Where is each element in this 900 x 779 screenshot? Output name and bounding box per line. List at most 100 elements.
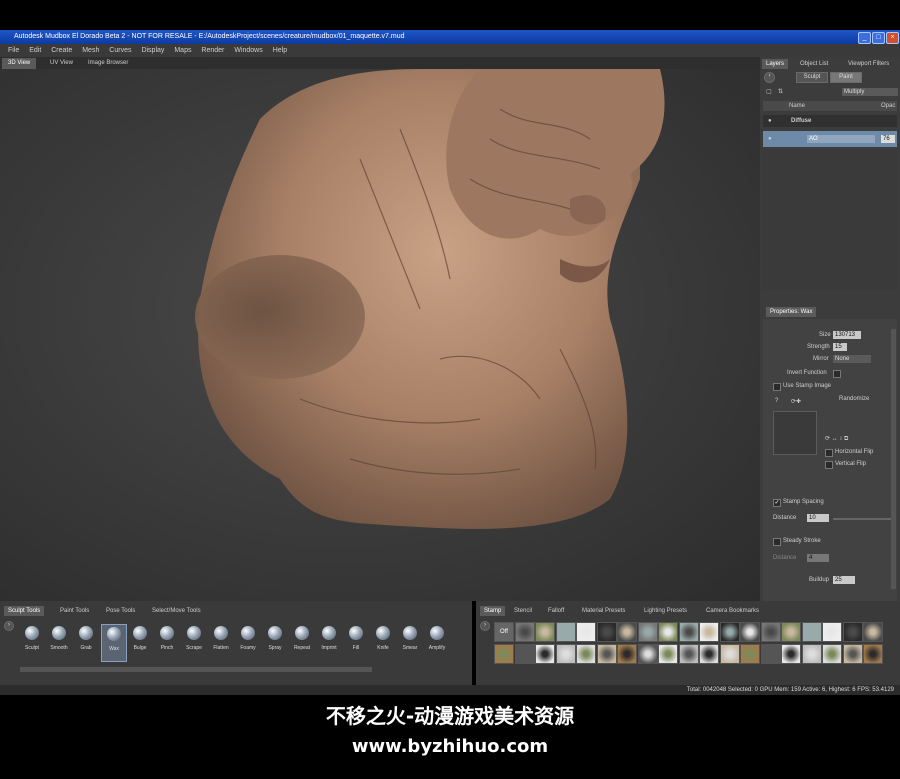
tool-bulge[interactable]: Bulge <box>128 624 152 660</box>
menu-file[interactable]: File <box>8 47 19 54</box>
rotate-icon[interactable]: ⟳✚ <box>791 398 801 405</box>
stamp-thumbnail[interactable] <box>760 622 781 642</box>
sort-icon[interactable]: ⇅ <box>778 88 783 95</box>
tab-object-list[interactable]: Object List <box>796 59 832 69</box>
tool-knife[interactable]: Knife <box>371 624 395 660</box>
buildup-field[interactable]: 25 <box>833 576 855 584</box>
layer-name[interactable]: AO <box>807 135 875 143</box>
stamp-thumbnail[interactable] <box>801 622 822 642</box>
invert-checkbox[interactable] <box>833 370 841 378</box>
stamp-thumbnail[interactable] <box>678 644 699 664</box>
menu-windows[interactable]: Windows <box>234 47 262 54</box>
distance-slider[interactable] <box>833 518 893 520</box>
stamp-thumbnail[interactable] <box>699 644 719 664</box>
stamp-thumbnail[interactable] <box>514 622 535 642</box>
tab-stamp[interactable]: Stamp <box>480 606 506 616</box>
layer-opacity[interactable]: 76 <box>881 135 895 143</box>
tab-uv-view[interactable]: UV View <box>44 58 79 69</box>
stamp-thumbnail[interactable] <box>494 644 514 664</box>
stamp-thumbnail[interactable] <box>658 644 678 664</box>
properties-scrollbar[interactable] <box>891 329 896 589</box>
tab-falloff[interactable]: Falloff <box>544 606 568 616</box>
tab-lighting-presets[interactable]: Lighting Presets <box>640 606 691 616</box>
stamp-thumbnail[interactable] <box>555 644 576 664</box>
visibility-icon[interactable]: ● <box>768 136 772 142</box>
tool-smear[interactable]: Smear <box>398 624 422 660</box>
stamp-thumbnail[interactable] <box>617 644 637 664</box>
tray-collapse-icon[interactable]: › <box>4 621 14 631</box>
stamp-preview[interactable] <box>773 411 817 455</box>
minimize-icon[interactable]: _ <box>858 32 871 44</box>
stamp-thumbnail[interactable] <box>719 644 740 664</box>
close-icon[interactable]: × <box>886 32 899 44</box>
tools-scrollbar[interactable] <box>20 667 372 672</box>
menu-edit[interactable]: Edit <box>29 47 41 54</box>
menu-curves[interactable]: Curves <box>109 47 131 54</box>
tab-material-presets[interactable]: Material Presets <box>578 606 629 616</box>
stamp-tray-collapse-icon[interactable]: › <box>480 621 490 631</box>
stamp-thumbnail[interactable] <box>555 622 576 642</box>
stamp-thumbnail[interactable] <box>781 644 801 664</box>
help-icon[interactable]: ? <box>775 398 778 404</box>
distance-field[interactable]: 10 <box>807 514 829 522</box>
stamp-thumbnail[interactable] <box>576 644 596 664</box>
stamp-thumbnail[interactable] <box>637 622 658 642</box>
stamp-thumbnail[interactable] <box>863 644 883 664</box>
stamp-thumbnail[interactable] <box>637 644 658 664</box>
stamp-off[interactable]: Off <box>494 622 514 642</box>
tool-spray[interactable]: Spray <box>263 624 287 660</box>
menu-render[interactable]: Render <box>201 47 224 54</box>
tool-imprint[interactable]: Imprint <box>317 624 341 660</box>
stamp-thumbnail[interactable] <box>678 622 699 642</box>
stamp-thumbnail[interactable] <box>514 644 535 664</box>
paint-mode-button[interactable]: Paint <box>830 72 862 83</box>
menu-mesh[interactable]: Mesh <box>82 47 99 54</box>
menu-help[interactable]: Help <box>273 47 287 54</box>
stamp-thumbnail[interactable] <box>596 622 617 642</box>
stamp-thumbnail[interactable] <box>822 622 842 642</box>
tool-pinch[interactable]: Pinch <box>155 624 179 660</box>
stamp-thumbnail[interactable] <box>842 644 863 664</box>
layer-row-ao[interactable]: ● AO 76 <box>763 131 897 147</box>
stamp-thumbnail[interactable] <box>535 644 555 664</box>
stamp-thumbnail[interactable] <box>719 622 740 642</box>
use-stamp-checkbox[interactable] <box>773 383 781 391</box>
tab-sculpt-tools[interactable]: Sculpt Tools <box>4 606 45 616</box>
viewport-3d[interactable] <box>0 69 760 601</box>
tool-fill[interactable]: Fill <box>344 624 368 660</box>
stamp-spacing-checkbox[interactable]: ✓ <box>773 499 781 507</box>
stamp-thumbnail[interactable] <box>535 622 555 642</box>
mirror-select[interactable]: None <box>833 355 871 363</box>
distance2-field[interactable]: 4 <box>807 554 829 562</box>
new-layer-icon[interactable]: ▢ <box>766 88 772 95</box>
size-field[interactable]: 130713 <box>833 331 861 339</box>
hflip-checkbox[interactable] <box>825 449 833 457</box>
stamp-thumbnail[interactable] <box>822 644 842 664</box>
collapse-icon[interactable]: › <box>764 72 775 83</box>
vflip-checkbox[interactable] <box>825 461 833 469</box>
tool-wax[interactable]: Wax <box>101 624 127 662</box>
stamp-thumbnail[interactable] <box>617 622 637 642</box>
tool-grab[interactable]: Grab <box>74 624 98 660</box>
tab-viewport-filters[interactable]: Viewport Filters <box>844 59 893 69</box>
menu-maps[interactable]: Maps <box>174 47 191 54</box>
tab-3d-view[interactable]: 3D View <box>2 58 37 69</box>
blend-mode-select[interactable]: Multiply <box>842 88 898 96</box>
stamp-transform-icons[interactable]: ⟳ ↔ ↕ ⧉ <box>825 435 848 443</box>
tool-scrape[interactable]: Scrape <box>182 624 206 660</box>
maximize-icon[interactable]: □ <box>872 32 885 44</box>
stamp-thumbnail[interactable] <box>740 644 760 664</box>
stamp-thumbnail[interactable] <box>842 622 863 642</box>
strength-field[interactable]: 15 <box>833 343 847 351</box>
tool-amplify[interactable]: Amplify <box>425 624 449 660</box>
tab-paint-tools[interactable]: Paint Tools <box>56 606 93 616</box>
tab-camera-bookmarks[interactable]: Camera Bookmarks <box>702 606 763 616</box>
tab-image-browser[interactable]: Image Browser <box>82 58 134 69</box>
tab-properties[interactable]: Properties: Wax <box>766 307 817 317</box>
tool-repeat[interactable]: Repeat <box>290 624 314 660</box>
stamp-thumbnail[interactable] <box>699 622 719 642</box>
steady-stroke-checkbox[interactable] <box>773 538 781 546</box>
tool-foamy[interactable]: Foamy <box>236 624 260 660</box>
tab-pose-tools[interactable]: Pose Tools <box>102 606 139 616</box>
stamp-thumbnail[interactable] <box>658 622 678 642</box>
